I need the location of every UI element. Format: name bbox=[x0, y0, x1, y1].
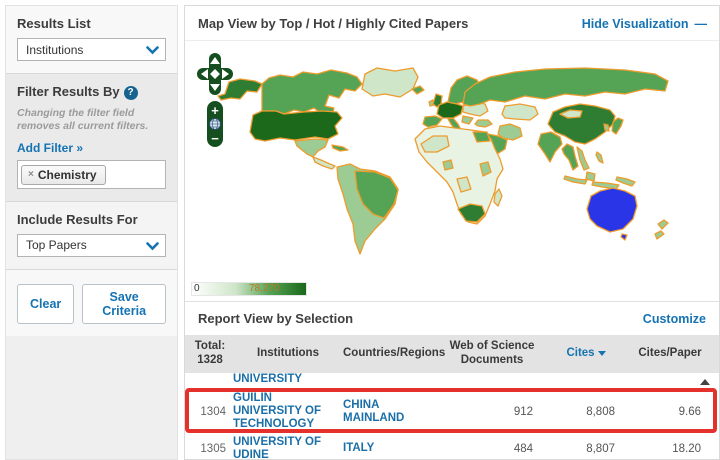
map-country-australia-selected[interactable] bbox=[587, 188, 637, 232]
legend-min: 0 bbox=[194, 283, 200, 294]
globe-icon[interactable] bbox=[210, 119, 221, 130]
map-country[interactable] bbox=[462, 116, 473, 124]
table-header-row: Total: 1328 Institutions Countries/Regio… bbox=[185, 335, 719, 373]
map-view-header: Map View by Top / Hot / Highly Cited Pap… bbox=[185, 6, 719, 41]
map-country[interactable] bbox=[443, 160, 453, 170]
map-country-turkey[interactable] bbox=[475, 120, 492, 127]
map-country[interactable] bbox=[562, 144, 578, 170]
add-filter-link[interactable]: Add Filter » bbox=[17, 141, 83, 155]
table-row-highlighted[interactable]: 1304 GUILIN UNIVERSITY OF TECHNOLOGY CHI… bbox=[185, 390, 719, 432]
results-list-label: Results List bbox=[17, 16, 166, 31]
table-row[interactable]: UNIVERSITY bbox=[185, 373, 719, 390]
report-title: Report View by Selection bbox=[198, 311, 353, 326]
help-icon[interactable]: ? bbox=[124, 86, 138, 100]
hide-visualization-link[interactable]: Hide Visualization — bbox=[582, 17, 706, 31]
col-institutions: Institutions bbox=[233, 347, 343, 361]
choropleth-map bbox=[185, 41, 715, 299]
map-country-india[interactable] bbox=[538, 132, 562, 162]
map-country-korea[interactable] bbox=[604, 124, 609, 131]
filter-tags-input[interactable]: × Chemistry bbox=[17, 160, 166, 189]
col-total: Total: 1328 bbox=[187, 340, 233, 368]
include-results-label: Include Results For bbox=[17, 212, 166, 227]
scroll-up-icon[interactable] bbox=[700, 379, 710, 385]
filter-tag-label: Chemistry bbox=[38, 168, 97, 182]
map-country-germany-france[interactable] bbox=[437, 102, 463, 118]
map-country-usa[interactable] bbox=[250, 111, 342, 141]
pan-control[interactable] bbox=[197, 53, 233, 95]
clear-button[interactable]: Clear bbox=[17, 284, 74, 324]
zoom-out-icon[interactable]: − bbox=[211, 131, 219, 146]
map-country[interactable] bbox=[313, 157, 335, 169]
col-countries: Countries/Regions bbox=[343, 347, 439, 361]
map-country-kazakhstan[interactable] bbox=[502, 104, 538, 120]
sort-descending-icon bbox=[598, 351, 606, 356]
chevron-down-icon bbox=[146, 46, 159, 55]
map-country-canada[interactable] bbox=[262, 70, 362, 116]
table-rows-viewport: UNIVERSITY 1304 GUILIN UNIVERSITY OF TEC… bbox=[185, 373, 719, 459]
map-country[interactable] bbox=[577, 147, 589, 170]
map-country-indonesia[interactable] bbox=[564, 176, 587, 184]
filter-note: Changing the filter field removes all cu… bbox=[17, 107, 166, 133]
map-view-title: Map View by Top / Hot / Highly Cited Pap… bbox=[198, 16, 468, 31]
minus-icon: — bbox=[695, 17, 707, 31]
sidebar: Results List Institutions Filter Results… bbox=[5, 5, 178, 460]
results-list-section: Results List Institutions bbox=[6, 6, 177, 74]
chevron-down-icon bbox=[146, 242, 159, 251]
include-results-dropdown[interactable]: Top Papers bbox=[17, 234, 166, 257]
map-legend: 0 78,270 bbox=[191, 282, 307, 296]
zoom-control[interactable]: + − bbox=[207, 101, 223, 147]
table-row[interactable]: 1305 UNIVERSITY OF UDINE ITALY 484 8,807… bbox=[185, 432, 719, 459]
map-controls: + − bbox=[197, 53, 237, 158]
map-country-spain[interactable] bbox=[423, 116, 442, 127]
legend-max: 78,270 bbox=[249, 283, 280, 294]
col-cites-paper: Cites/Paper bbox=[627, 347, 713, 361]
save-criteria-button[interactable]: Save Criteria bbox=[82, 284, 166, 324]
include-results-value: Top Papers bbox=[26, 238, 87, 252]
map-pan-zoom-control: + − bbox=[197, 53, 233, 153]
sidebar-actions: Clear Save Criteria bbox=[6, 270, 177, 336]
results-table: Total: 1328 Institutions Countries/Regio… bbox=[185, 335, 719, 459]
filter-label: Filter Results By? bbox=[17, 84, 166, 100]
col-documents: Web of Science Documents bbox=[439, 340, 545, 368]
filter-tag-chemistry[interactable]: × Chemistry bbox=[21, 165, 106, 185]
esi-app: Results List Institutions Filter Results… bbox=[0, 0, 720, 460]
customize-link[interactable]: Customize bbox=[643, 312, 706, 326]
map-country-new-zealand[interactable] bbox=[655, 231, 664, 239]
map-country-cuba[interactable] bbox=[332, 145, 348, 151]
results-list-value: Institutions bbox=[26, 43, 83, 57]
filter-section: Filter Results By? Changing the filter f… bbox=[6, 74, 177, 202]
world-map: + − 0 78,270 bbox=[185, 41, 719, 301]
map-country-greenland[interactable] bbox=[362, 68, 418, 97]
map-country-tasmania[interactable] bbox=[621, 234, 627, 240]
include-results-section: Include Results For Top Papers bbox=[6, 202, 177, 270]
main-panel: Map View by Top / Hot / Highly Cited Pap… bbox=[184, 5, 720, 460]
map-country[interactable] bbox=[586, 172, 595, 181]
results-list-dropdown[interactable]: Institutions bbox=[17, 38, 166, 61]
map-country-mexico[interactable] bbox=[295, 139, 328, 157]
map-country-russia[interactable] bbox=[463, 68, 668, 106]
remove-tag-icon[interactable]: × bbox=[28, 169, 34, 180]
map-country-new-zealand[interactable] bbox=[658, 220, 668, 229]
zoom-in-icon[interactable]: + bbox=[211, 103, 219, 118]
map-country-philippines[interactable] bbox=[596, 152, 603, 163]
report-header: Report View by Selection Customize bbox=[185, 301, 719, 335]
col-cites-sort[interactable]: Cites bbox=[545, 347, 627, 361]
